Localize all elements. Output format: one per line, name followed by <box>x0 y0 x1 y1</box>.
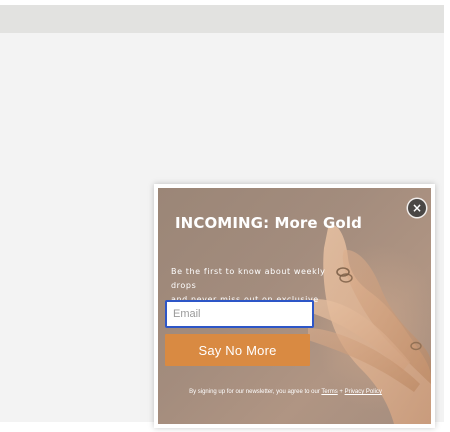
email-field[interactable] <box>165 300 314 328</box>
newsletter-popup: × INCOMING: More Gold Be the first to kn… <box>154 184 435 428</box>
popup-headline: INCOMING: More Gold <box>175 214 362 232</box>
newsletter-disclaimer: By signing up for our newsletter, you ag… <box>158 389 413 395</box>
top-bar <box>0 5 444 33</box>
say-no-more-button[interactable]: Say No More <box>165 334 310 366</box>
privacy-policy-link[interactable]: Privacy Policy <box>345 389 382 395</box>
disclaimer-text: By signing up for our newsletter, you ag… <box>189 389 322 395</box>
link-separator: + <box>337 389 345 395</box>
close-icon[interactable]: × <box>408 199 426 217</box>
terms-link[interactable]: Terms <box>321 389 337 395</box>
popup-panel: × INCOMING: More Gold Be the first to kn… <box>158 188 431 424</box>
page: × INCOMING: More Gold Be the first to kn… <box>0 0 450 432</box>
subtext-line-1: Be the first to know about weekly drops <box>171 267 326 290</box>
